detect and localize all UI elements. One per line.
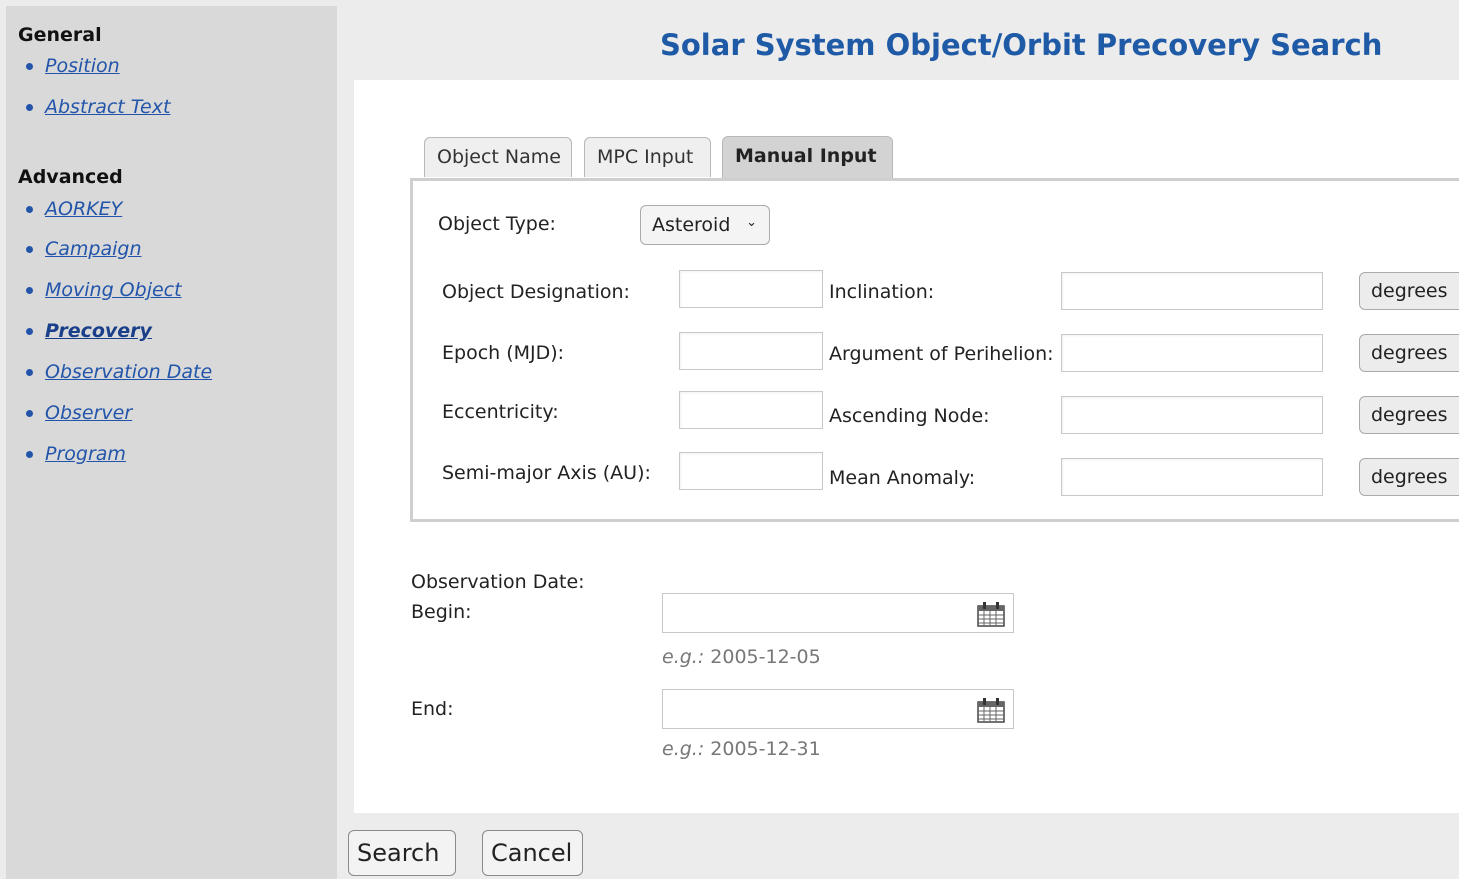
sidebar-item-program[interactable]: Program	[26, 443, 126, 465]
ascending-node-unit-select[interactable]: degrees	[1359, 396, 1459, 434]
tab-manual-input[interactable]: Manual Input	[722, 136, 893, 178]
sidebar-item-moving-object[interactable]: Moving Object	[26, 279, 182, 301]
cancel-button[interactable]: Cancel	[482, 830, 583, 876]
ascending-node-label: Ascending Node:	[829, 405, 990, 427]
bullet-icon	[26, 104, 33, 111]
sidebar-item-observation-date[interactable]: Observation Date	[26, 361, 212, 383]
bullet-icon	[26, 287, 33, 294]
object-designation-label: Object Designation:	[442, 281, 630, 303]
bullet-icon	[26, 410, 33, 417]
end-date-input[interactable]	[662, 689, 1014, 729]
mean-anomaly-unit-select[interactable]: degrees	[1359, 458, 1459, 496]
end-label: End:	[411, 698, 454, 720]
object-designation-input[interactable]	[679, 270, 823, 308]
sidebar-item-precovery[interactable]: Precovery	[26, 320, 152, 342]
bullet-icon	[26, 246, 33, 253]
section-title-advanced: Advanced	[18, 166, 123, 188]
argument-of-perihelion-input[interactable]	[1061, 334, 1323, 372]
inclination-unit-select[interactable]: degrees	[1359, 272, 1459, 310]
calendar-icon[interactable]	[976, 697, 1006, 723]
sidebar-item-aorkey[interactable]: AORKEY	[26, 198, 122, 220]
sidebar-item-observer[interactable]: Observer	[26, 402, 132, 424]
argument-of-perihelion-unit-select[interactable]: degrees	[1359, 334, 1459, 372]
sidebar-item-campaign[interactable]: Campaign	[26, 238, 142, 260]
sidebar-item-abstract-text[interactable]: Abstract Text	[26, 96, 170, 118]
bullet-icon	[26, 451, 33, 458]
object-type-select[interactable]: Asteroid ⌄	[640, 205, 770, 245]
observation-date-label: Observation Date:	[411, 571, 585, 593]
object-type-label: Object Type:	[438, 213, 556, 235]
semi-major-axis-label: Semi-major Axis (AU):	[442, 462, 651, 484]
semi-major-axis-input[interactable]	[679, 452, 823, 490]
end-date-hint: e.g.: 2005-12-31	[662, 738, 821, 760]
begin-label: Begin:	[411, 601, 472, 623]
epoch-input[interactable]	[679, 332, 823, 370]
mean-anomaly-label: Mean Anomaly:	[829, 467, 976, 489]
bullet-icon	[26, 206, 33, 213]
page-title: Solar System Object/Orbit Precovery Sear…	[660, 28, 1383, 62]
bullet-icon	[26, 328, 33, 335]
sidebar-item-position[interactable]: Position	[26, 55, 120, 77]
search-button[interactable]: Search	[348, 830, 456, 876]
bullet-icon	[26, 63, 33, 70]
ascending-node-input[interactable]	[1061, 396, 1323, 434]
inclination-label: Inclination:	[829, 281, 935, 303]
inclination-input[interactable]	[1061, 272, 1323, 310]
eccentricity-label: Eccentricity:	[442, 401, 559, 423]
begin-date-input[interactable]	[662, 593, 1014, 633]
begin-date-hint: e.g.: 2005-12-05	[662, 646, 821, 668]
mean-anomaly-input[interactable]	[1061, 458, 1323, 496]
chevron-down-icon: ⌄	[746, 215, 757, 230]
argument-of-perihelion-label: Argument of Perihelion:	[829, 343, 1054, 365]
section-title-general: General	[18, 24, 102, 46]
calendar-icon[interactable]	[976, 601, 1006, 627]
bullet-icon	[26, 369, 33, 376]
epoch-label: Epoch (MJD):	[442, 342, 565, 364]
tab-mpc-input[interactable]: MPC Input	[584, 137, 711, 177]
tab-object-name[interactable]: Object Name	[424, 137, 572, 177]
eccentricity-input[interactable]	[679, 391, 823, 429]
